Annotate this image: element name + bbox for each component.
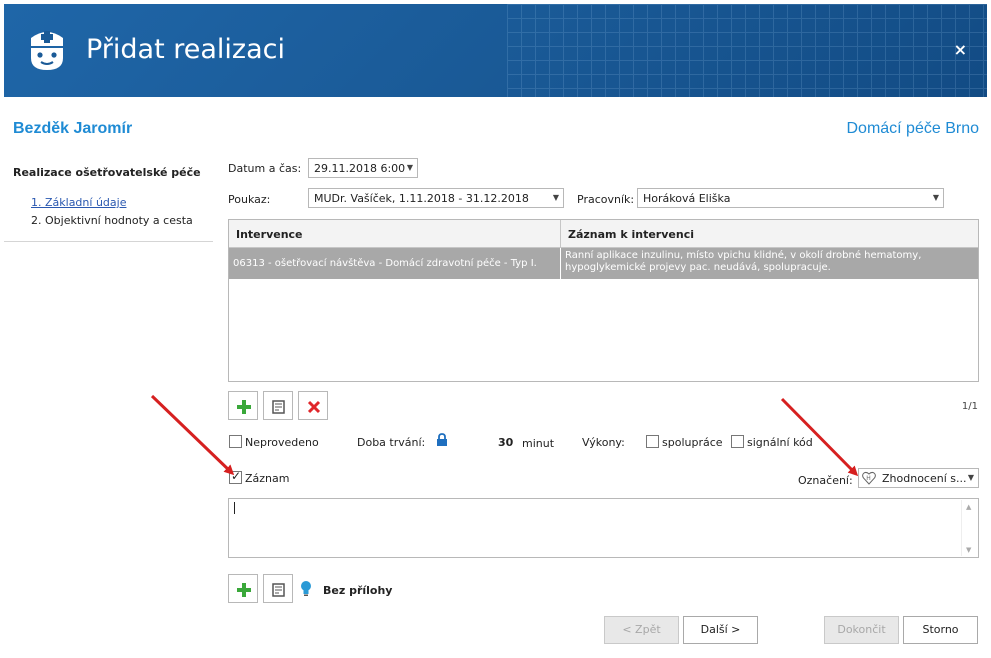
datetime-value: 29.11.2018 6:00 bbox=[314, 162, 406, 175]
nav-title: Realizace ošetřovatelské péče bbox=[13, 166, 201, 179]
nurse-icon bbox=[31, 31, 63, 70]
record-line: Ranní aplikace inzulinu, místo vpichu kl… bbox=[565, 250, 922, 261]
datetime-label: Datum a čas: bbox=[228, 162, 302, 175]
interventions-table[interactable]: Intervence Záznam k intervenci 06313 - o… bbox=[228, 219, 979, 382]
attachments-status: Bez přílohy bbox=[323, 584, 393, 597]
duration-label: Doba trvání: bbox=[357, 436, 426, 449]
cancel-button[interactable]: Storno bbox=[903, 616, 978, 644]
nav-item-basic-data[interactable]: 1. Základní údaje bbox=[31, 196, 126, 209]
scroll-up-icon[interactable]: ▲ bbox=[966, 503, 971, 511]
edit-attachment-button[interactable] bbox=[263, 574, 293, 603]
column-header-intervention[interactable]: Intervence bbox=[229, 220, 561, 248]
record-cell: Ranní aplikace inzulinu, místo vpichu kl… bbox=[561, 248, 978, 279]
cooperation-label: spolupráce bbox=[662, 436, 723, 449]
pager: 1/1 bbox=[961, 401, 978, 412]
table-row[interactable]: 06313 - ošetřovací návštěva - Domácí zdr… bbox=[229, 248, 978, 279]
voucher-label: Poukaz: bbox=[228, 193, 271, 206]
nav-divider bbox=[4, 241, 213, 242]
duration-value: 30 bbox=[498, 436, 514, 449]
worker-value: Horáková Eliška bbox=[643, 192, 731, 205]
svg-text:H: H bbox=[866, 475, 871, 482]
datetime-select[interactable]: 29.11.2018 6:00 ▼ bbox=[308, 158, 418, 178]
chevron-down-icon: ▼ bbox=[406, 163, 413, 172]
marking-select[interactable]: H Zhodnocení s... ▼ bbox=[858, 468, 979, 488]
add-intervention-button[interactable] bbox=[228, 391, 258, 420]
signal-code-checkbox[interactable] bbox=[731, 435, 744, 448]
not-done-checkbox[interactable] bbox=[229, 435, 242, 448]
voucher-select[interactable]: MUDr. Vašíček, 1.11.2018 - 31.12.2018 ▼ bbox=[308, 188, 564, 208]
patient-name: Bezděk Jaromír bbox=[13, 120, 133, 137]
next-button[interactable]: Další > bbox=[683, 616, 758, 644]
voucher-value: MUDr. Vašíček, 1.11.2018 - 31.12.2018 bbox=[314, 192, 529, 205]
title-bar: Přidat realizaci × bbox=[4, 4, 987, 97]
organization-name: Domácí péče Brno bbox=[846, 120, 979, 137]
signal-code-label: signální kód bbox=[747, 436, 813, 449]
annotation-arrow bbox=[150, 394, 235, 476]
back-button[interactable]: < Zpět bbox=[604, 616, 679, 644]
add-attachment-button[interactable] bbox=[228, 574, 258, 603]
lock-icon[interactable] bbox=[436, 433, 448, 447]
intervention-cell: 06313 - ošetřovací návštěva - Domácí zdr… bbox=[229, 248, 561, 279]
marking-label: Označení: bbox=[798, 474, 853, 487]
record-text-area[interactable]: ▲ ▼ bbox=[228, 498, 979, 558]
lightbulb-icon bbox=[301, 581, 311, 596]
worker-label: Pracovník: bbox=[577, 193, 635, 206]
delete-icon bbox=[307, 400, 321, 414]
scroll-down-icon[interactable]: ▼ bbox=[966, 546, 971, 554]
marking-value: Zhodnocení s... bbox=[882, 472, 967, 485]
plus-icon bbox=[237, 583, 251, 597]
heart-h-icon: H bbox=[862, 471, 876, 485]
document-icon bbox=[272, 583, 285, 597]
chevron-down-icon: ▼ bbox=[967, 473, 974, 482]
finish-button[interactable]: Dokončit bbox=[824, 616, 899, 644]
edit-intervention-button[interactable] bbox=[263, 391, 293, 420]
record-line: hypoglykemické projevy pac. neudává, spo… bbox=[565, 262, 831, 273]
document-icon bbox=[272, 400, 285, 414]
cooperation-checkbox[interactable] bbox=[646, 435, 659, 448]
plus-icon bbox=[237, 400, 251, 414]
title-bar-pattern bbox=[507, 4, 987, 97]
nav-item-objective-values[interactable]: 2. Objektivní hodnoty a cesta bbox=[31, 214, 193, 227]
chevron-down-icon: ▼ bbox=[552, 193, 559, 202]
delete-intervention-button[interactable] bbox=[298, 391, 328, 420]
window-title: Přidat realizaci bbox=[86, 34, 285, 65]
procedures-label: Výkony: bbox=[582, 436, 625, 449]
record-checkbox[interactable] bbox=[229, 469, 242, 484]
close-button[interactable]: × bbox=[954, 40, 967, 59]
text-caret bbox=[234, 502, 235, 514]
column-header-record[interactable]: Záznam k intervenci bbox=[561, 220, 978, 248]
chevron-down-icon: ▼ bbox=[932, 193, 939, 202]
record-label: Záznam bbox=[245, 472, 290, 485]
not-done-label: Neprovedeno bbox=[245, 436, 319, 449]
worker-select[interactable]: Horáková Eliška ▼ bbox=[637, 188, 944, 208]
memo-scrollbar[interactable]: ▲ ▼ bbox=[961, 500, 977, 556]
duration-unit: minut bbox=[522, 437, 555, 450]
